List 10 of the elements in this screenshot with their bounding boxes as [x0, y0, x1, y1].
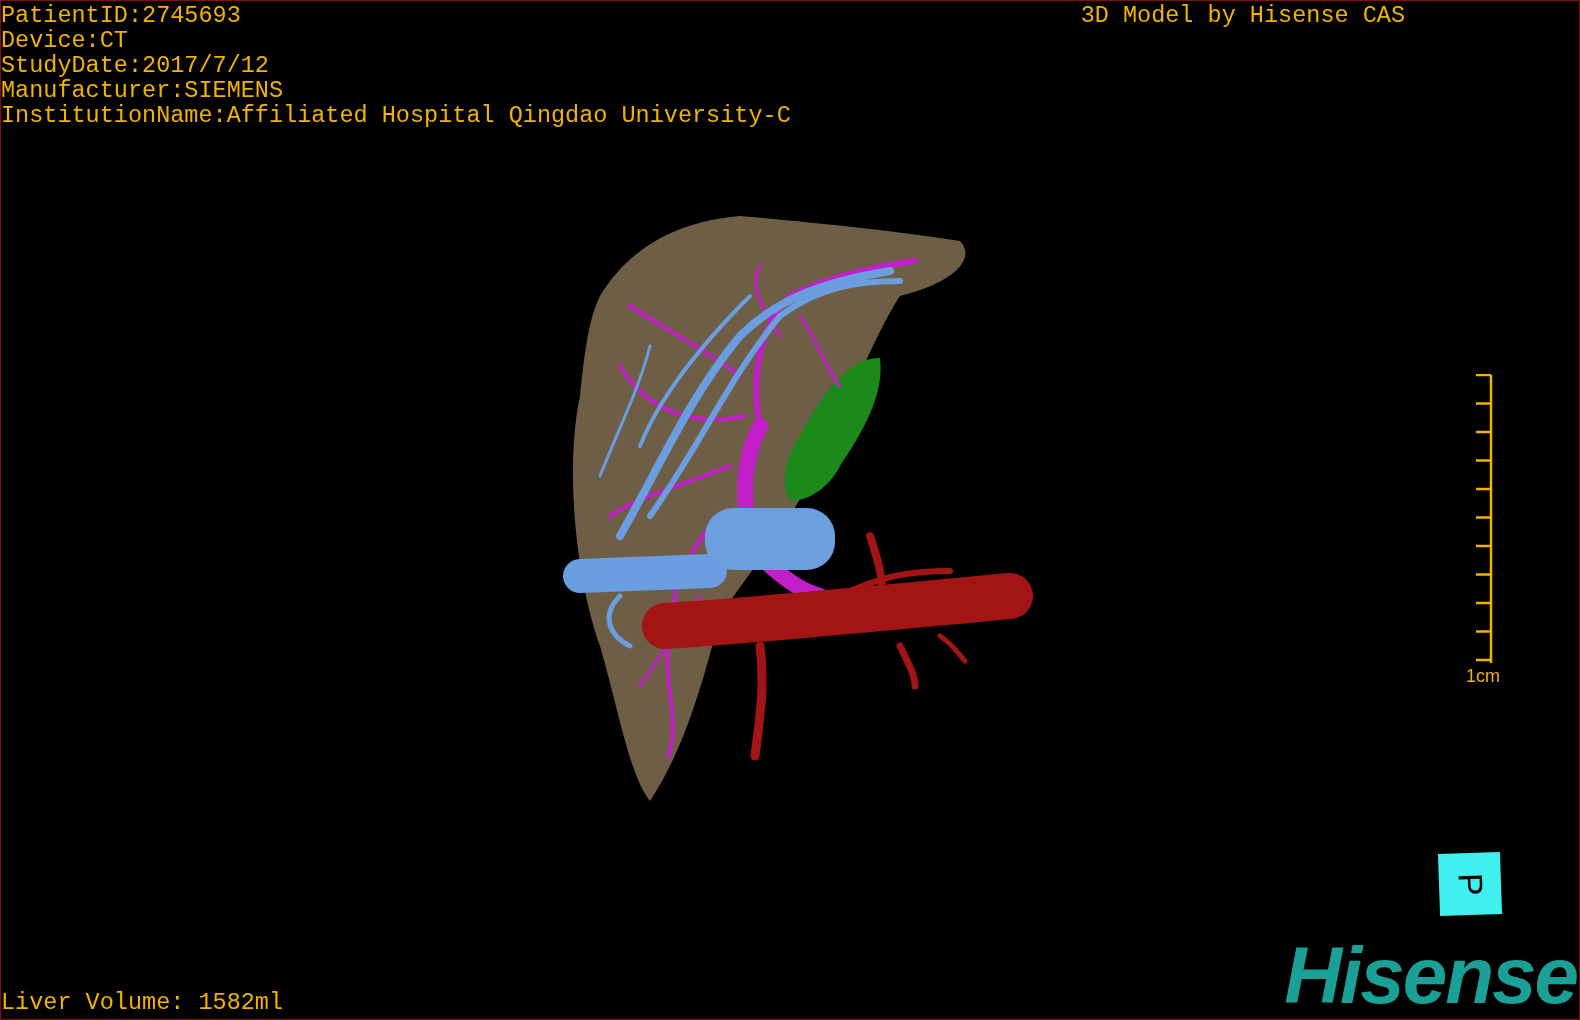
study-info-text: PatientID:2745693: [1, 3, 242, 28]
study-info-text: InstitutionName:Affiliated Hospital Qingdao University-C: [1, 103, 791, 128]
study-info-text: Device:CT: [1, 28, 129, 53]
study-info-text: StudyDate:2017/7/12: [1, 53, 270, 78]
scale-label: 1cm: [1466, 666, 1500, 687]
brand-logo: Hisense: [1284, 941, 1577, 1011]
viewer-title: 3D Model by Hisense CAS: [1080, 3, 1405, 31]
liver-volume-text: Liver Volume: 1582ml: [1, 990, 284, 1015]
orientation-cube[interactable]: P: [1437, 851, 1503, 917]
study-info-text: Manufacturer:SIEMENS: [1, 78, 285, 103]
